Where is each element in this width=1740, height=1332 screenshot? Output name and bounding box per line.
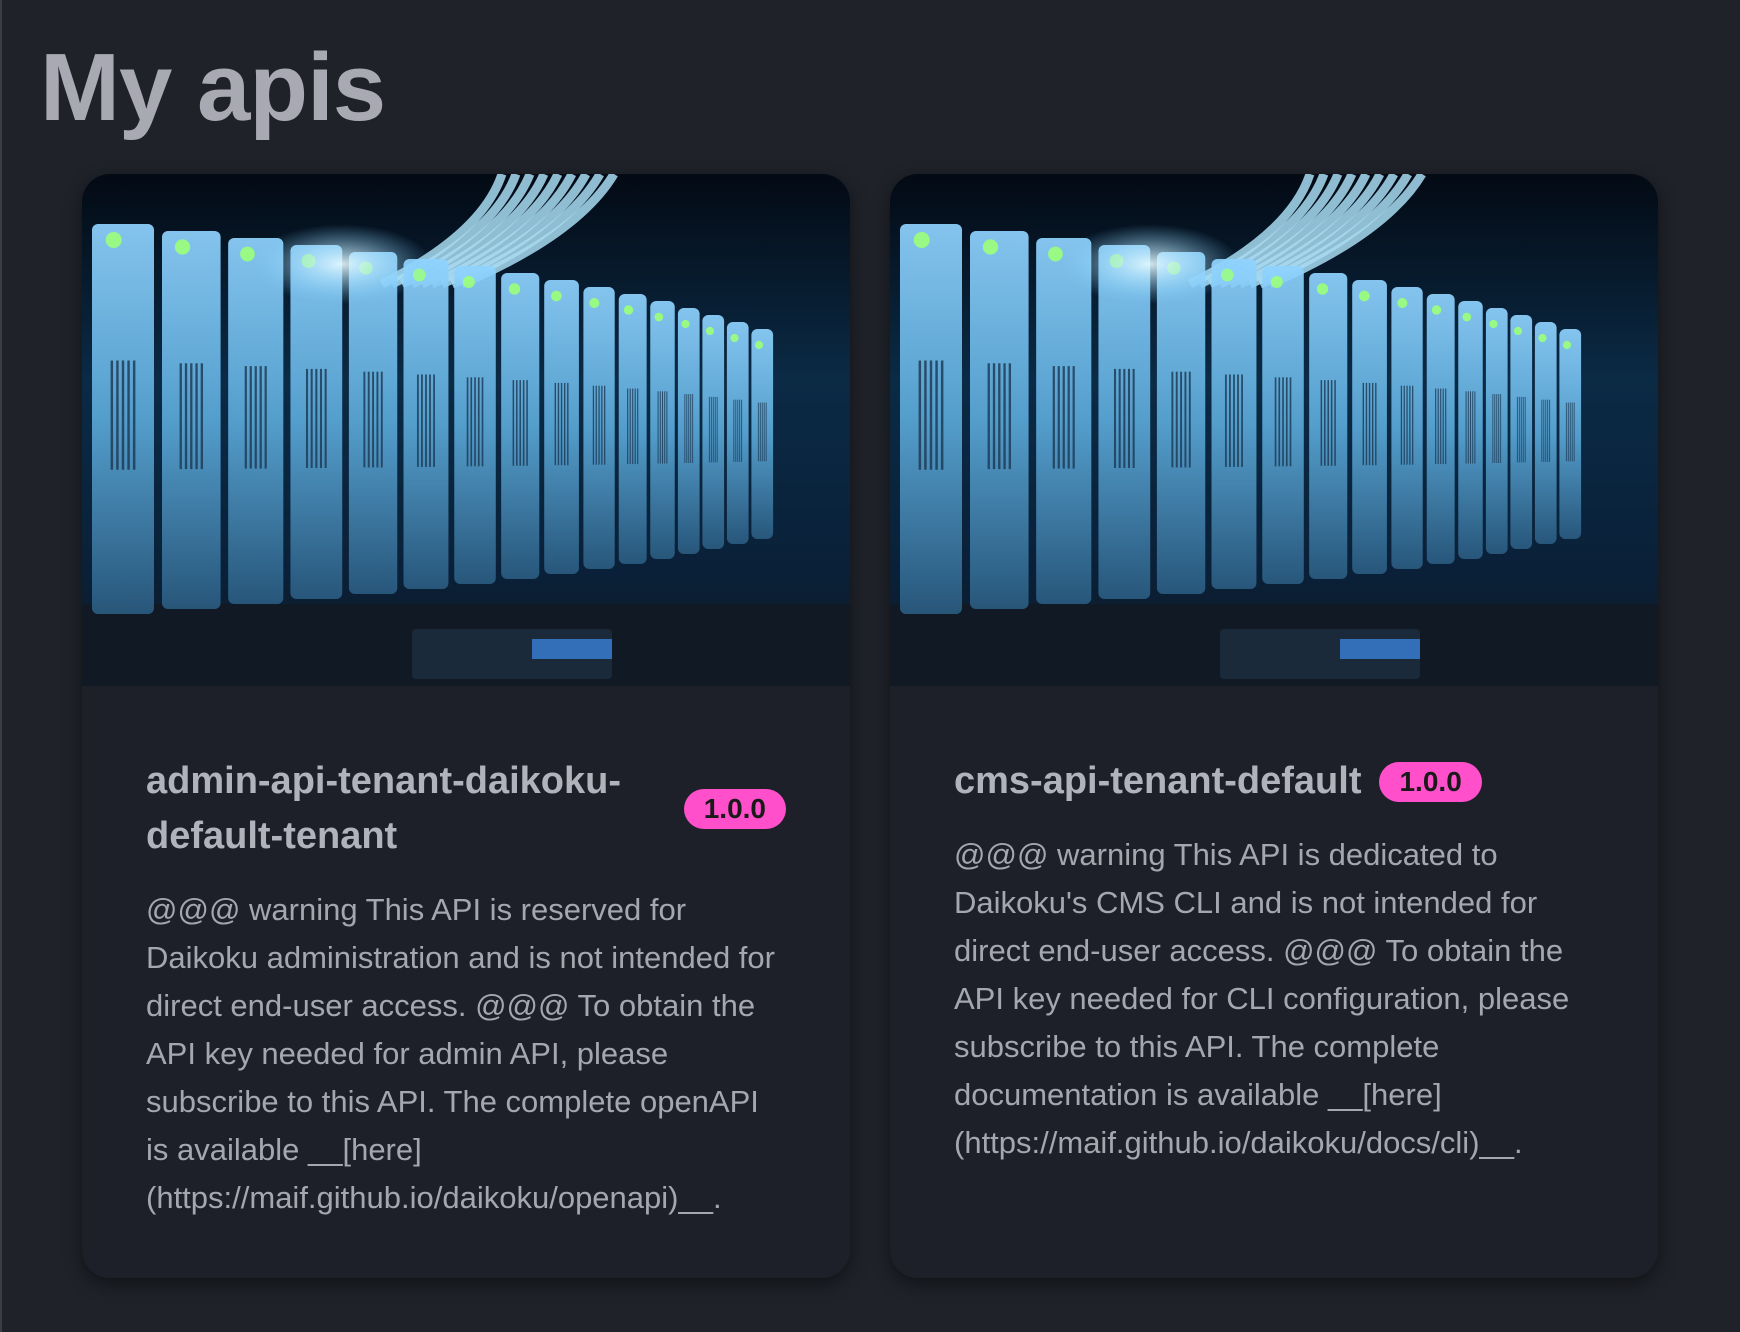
api-card[interactable]: admin-api-tenant-daikoku-default-tenant … <box>82 174 850 1278</box>
api-card-header: cms-api-tenant-default 1.0.0 <box>954 754 1594 809</box>
api-card-body: cms-api-tenant-default 1.0.0 @@@ warning… <box>890 686 1658 1207</box>
page-title: My apis <box>40 34 386 141</box>
api-card[interactable]: cms-api-tenant-default 1.0.0 @@@ warning… <box>890 174 1658 1278</box>
api-card-header: admin-api-tenant-daikoku-default-tenant … <box>146 754 786 864</box>
api-card-description: @@@ warning This API is reserved for Dai… <box>146 892 775 1215</box>
api-card-title[interactable]: cms-api-tenant-default <box>954 754 1361 809</box>
server-rack-image <box>890 174 1658 686</box>
api-card-title[interactable]: admin-api-tenant-daikoku-default-tenant <box>146 754 666 864</box>
api-card-body: admin-api-tenant-daikoku-default-tenant … <box>82 686 850 1262</box>
version-badge: 1.0.0 <box>683 789 786 829</box>
api-card-description: @@@ warning This API is dedicated to Dai… <box>954 837 1570 1160</box>
server-rack-image <box>82 174 850 686</box>
api-card-list: admin-api-tenant-daikoku-default-tenant … <box>82 174 1658 1278</box>
version-badge: 1.0.0 <box>1379 761 1482 802</box>
page: My apis admin-api-tenant-daikoku-default… <box>0 0 1740 1332</box>
